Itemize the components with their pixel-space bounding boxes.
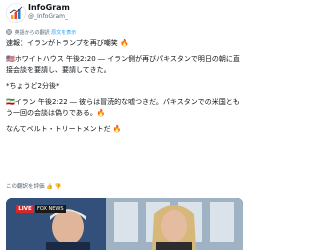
avatar[interactable] bbox=[6, 3, 26, 23]
channel-tag: FOX NEWS bbox=[35, 205, 66, 213]
translation-note: 英語からの翻訳 bbox=[14, 30, 50, 36]
translation-notice: 英語からの翻訳 原文を表示 bbox=[6, 29, 76, 36]
tweet-paragraph: 🇮🇷イラン 午後2:22 ― 彼らは冒涜的な嘘つきだ。パキスタンでの米国ともう一… bbox=[6, 98, 240, 117]
live-badge: LIVE bbox=[16, 205, 34, 213]
tweet-paragraph: *ちょうど2分後* bbox=[6, 82, 60, 90]
tweet-text: 速報：イランがトランプを再び嘲笑 🔥 🇺🇸ホワイトハウス 午後2:20 ― イラ… bbox=[6, 38, 244, 135]
tweet-headline: 速報：イランがトランプを再び嘲笑 🔥 bbox=[6, 39, 129, 47]
tweet-paragraph: なんてベルト・トリートメントだ 🔥 bbox=[6, 125, 122, 133]
rate-translation[interactable]: この翻訳を評価 👍 👎 bbox=[6, 184, 62, 191]
infogram-logo-icon bbox=[7, 4, 25, 22]
show-original-link[interactable]: 原文を表示 bbox=[51, 30, 76, 36]
display-name[interactable]: InfoGram bbox=[28, 3, 70, 12]
handle[interactable]: @_InfoGram_ bbox=[28, 13, 68, 20]
tweet-card[interactable]: InfoGram @_InfoGram_ 英語からの翻訳 原文を表示 速報：イラ… bbox=[0, 0, 249, 250]
globe-icon bbox=[6, 29, 12, 35]
tweet-paragraph: 🇺🇸ホワイトハウス 午後2:20 ― イラン側が再びパキスタンで明日の朝に直接会… bbox=[6, 55, 240, 74]
